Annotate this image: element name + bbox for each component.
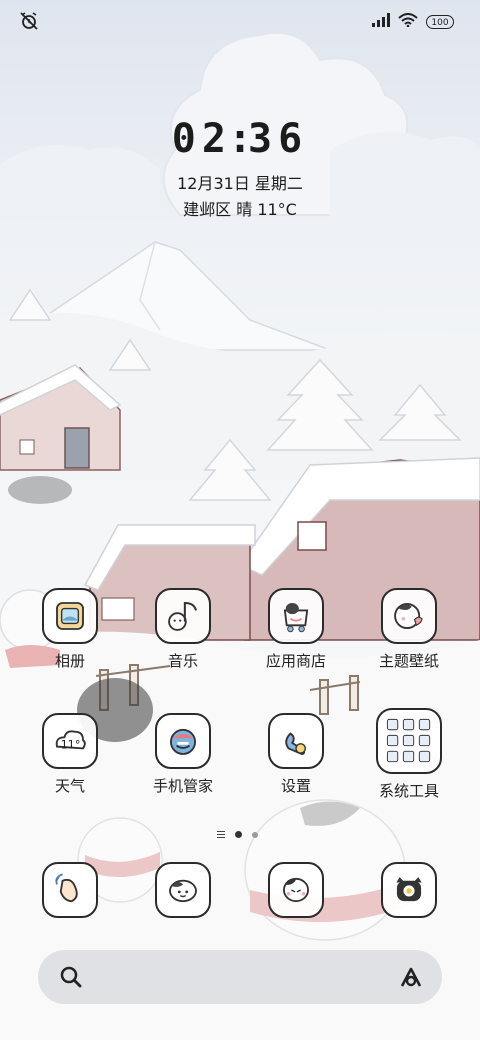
browser-icon — [268, 862, 324, 918]
alarm-off-icon — [18, 10, 40, 32]
camera-icon — [381, 862, 437, 918]
app-label: 设置 — [280, 777, 311, 795]
clock-digit: 3 — [248, 116, 279, 162]
clock-digit: 6 — [278, 116, 309, 162]
weather-label[interactable]: 建邺区 晴 11°C — [0, 196, 480, 220]
folder-system-tools[interactable]: 系统工具 — [359, 708, 459, 801]
dock-camera[interactable] — [359, 862, 459, 918]
app-label: 音乐 — [167, 652, 198, 670]
app-security[interactable]: 手机管家 — [133, 713, 233, 796]
phone-icon — [42, 862, 98, 918]
theme-icon — [381, 588, 437, 644]
assistant-icon[interactable] — [398, 964, 424, 990]
security-icon — [155, 713, 211, 769]
app-label: 系统工具 — [378, 782, 439, 800]
weather-icon: 11° — [42, 713, 98, 769]
app-label: 手机管家 — [152, 777, 213, 795]
menu-icon — [217, 829, 225, 840]
settings-icon — [268, 713, 324, 769]
music-icon — [155, 588, 211, 644]
app-label: 天气 — [54, 777, 85, 795]
app-label: 相册 — [54, 652, 85, 670]
app-store-icon — [268, 588, 324, 644]
app-label: 应用商店 — [265, 652, 326, 670]
signal-icon — [372, 12, 390, 31]
app-weather[interactable]: 11° 天气 — [20, 713, 120, 796]
clock-digit: 0 — [171, 116, 202, 162]
app-store[interactable]: 应用商店 — [246, 588, 346, 671]
album-icon — [42, 588, 98, 644]
page-indicator[interactable] — [0, 824, 480, 843]
date-label: 12月31日 星期二 — [177, 174, 303, 193]
page-dot — [252, 831, 258, 838]
app-album[interactable]: 相册 — [20, 588, 120, 671]
app-settings[interactable]: 设置 — [246, 713, 346, 796]
dock-browser[interactable] — [246, 862, 346, 918]
weather-icon-text: 11° — [61, 738, 81, 751]
page-dot-active — [235, 831, 242, 838]
dock-phone[interactable] — [20, 862, 120, 918]
wifi-icon — [398, 12, 418, 31]
status-bar: 100 — [0, 0, 480, 40]
folder-icon — [376, 708, 442, 774]
clock[interactable]: 02:36 — [0, 116, 480, 162]
app-label: 主题壁纸 — [378, 652, 439, 670]
app-theme[interactable]: 主题壁纸 — [359, 588, 459, 671]
messages-icon — [155, 862, 211, 918]
app-music[interactable]: 音乐 — [133, 588, 233, 671]
battery-indicator: 100 — [426, 14, 454, 29]
search-bar[interactable] — [38, 950, 442, 1004]
dock-messages[interactable] — [133, 862, 233, 918]
search-icon[interactable] — [58, 964, 84, 990]
